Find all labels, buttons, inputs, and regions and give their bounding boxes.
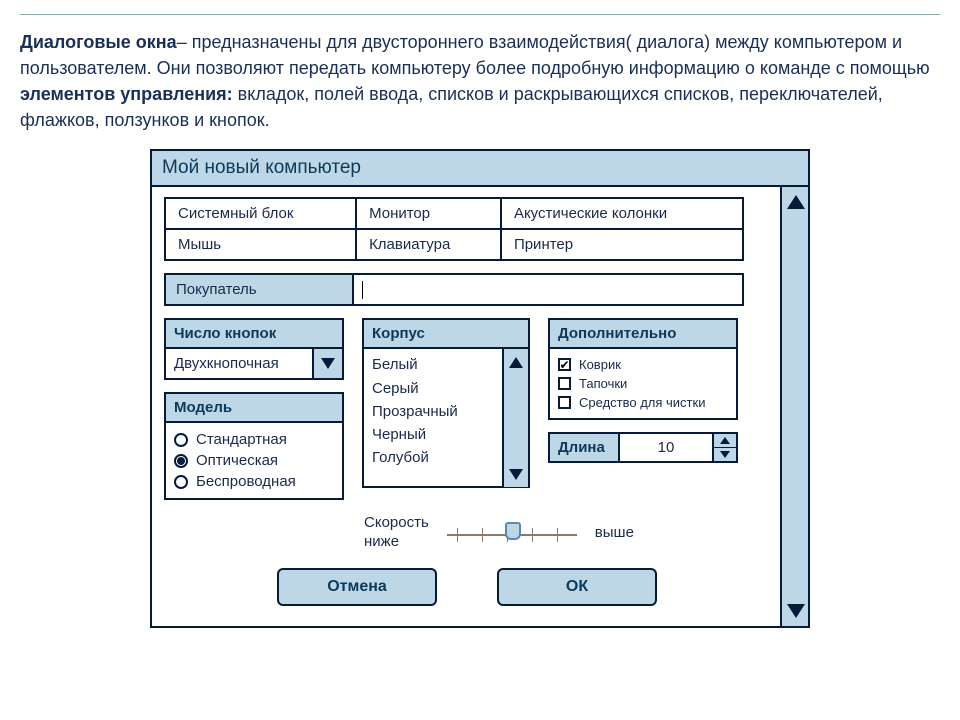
tab-speakers[interactable]: Акустические колонки (501, 198, 743, 229)
buyer-row: Покупатель (164, 273, 744, 306)
model-option-optical[interactable]: Оптическая (174, 450, 334, 471)
extras-title: Дополнительно (550, 320, 736, 349)
button-count-title: Число кнопок (166, 320, 342, 347)
length-value[interactable]: 10 (620, 434, 712, 461)
divider (20, 14, 940, 15)
text-caret (362, 281, 363, 299)
dialog-window: Мой новый компьютер Системный блок Монит… (150, 149, 810, 628)
arrow-up-icon (787, 195, 805, 209)
list-item[interactable]: Серый (372, 377, 494, 400)
button-count-group: Число кнопок Двухкнопочная (164, 318, 344, 380)
button-count-dropdown[interactable] (312, 349, 342, 378)
speed-label: Скорость (364, 514, 429, 531)
slider-tick (457, 528, 458, 542)
checkbox-icon (558, 377, 571, 390)
tab-strip: Системный блок Монитор Акустические коло… (164, 197, 744, 261)
model-option-label: Стандартная (196, 431, 287, 448)
slider-tick (482, 528, 483, 542)
arrow-up-icon (720, 437, 730, 444)
intro-bold-2: элементов управления: (20, 84, 233, 104)
dialog-title: Мой новый компьютер (152, 151, 808, 187)
checkbox-icon (558, 396, 571, 409)
speed-slider[interactable] (447, 520, 577, 544)
casing-group: Корпус Белый Серый Прозрачный Черный Гол… (362, 318, 530, 488)
buyer-input[interactable] (354, 273, 744, 306)
spinner-down[interactable] (714, 448, 736, 461)
arrow-down-icon (787, 604, 805, 618)
speed-high: выше (595, 524, 634, 541)
tab-system-unit[interactable]: Системный блок (165, 198, 356, 229)
tab-mouse[interactable]: Мышь (165, 229, 356, 260)
arrow-up-icon (509, 357, 523, 368)
list-item[interactable]: Черный (372, 423, 494, 446)
dialog-scrollbar[interactable] (780, 187, 808, 626)
speed-row: Скорость ниже выше (364, 514, 724, 550)
intro-paragraph: Диалоговые окна– предназначены для двуст… (20, 29, 940, 133)
button-count-value: Двухкнопочная (166, 349, 312, 378)
radio-icon (174, 433, 188, 447)
tab-monitor[interactable]: Монитор (356, 198, 501, 229)
extras-option-label: Коврик (579, 357, 621, 372)
model-option-standard[interactable]: Стандартная (174, 429, 334, 450)
slider-tick (532, 528, 533, 542)
chevron-down-icon (321, 358, 335, 369)
tab-printer[interactable]: Принтер (501, 229, 743, 260)
buyer-label: Покупатель (164, 273, 354, 306)
spinner-up[interactable] (714, 434, 736, 448)
speed-low: ниже (364, 533, 429, 550)
length-spinner: Длина 10 (548, 432, 738, 463)
model-title: Модель (166, 394, 342, 423)
list-item[interactable]: Белый (372, 353, 494, 376)
model-option-wireless[interactable]: Беспроводная (174, 471, 334, 492)
model-group: Модель Стандартная Оптическая (164, 392, 344, 500)
listbox-scroll-up[interactable] (504, 349, 528, 375)
ok-button[interactable]: ОК (497, 568, 657, 606)
extras-option-label: Средство для чистки (579, 395, 705, 410)
extras-option-cleaner[interactable]: Средство для чистки (558, 393, 728, 412)
checkbox-icon (558, 358, 571, 371)
tab-keyboard[interactable]: Клавиатура (356, 229, 501, 260)
intro-bold-1: Диалоговые окна (20, 32, 177, 52)
model-option-label: Беспроводная (196, 473, 296, 490)
listbox-scroll-down[interactable] (504, 461, 528, 487)
extras-option-mat[interactable]: Коврик (558, 355, 728, 374)
radio-icon (174, 475, 188, 489)
extras-group: Дополнительно Коврик Тапочки (548, 318, 738, 420)
casing-title: Корпус (364, 320, 528, 349)
arrow-down-icon (720, 451, 730, 458)
list-item[interactable]: Прозрачный (372, 400, 494, 423)
casing-listbox[interactable]: Белый Серый Прозрачный Черный Голубой (364, 349, 502, 487)
cancel-button[interactable]: Отмена (277, 568, 437, 606)
radio-icon (174, 454, 188, 468)
list-item[interactable]: Голубой (372, 446, 494, 469)
scroll-down[interactable] (782, 596, 810, 626)
arrow-down-icon (509, 469, 523, 480)
model-option-label: Оптическая (196, 452, 278, 469)
slider-tick (557, 528, 558, 542)
length-label: Длина (550, 434, 620, 461)
slider-thumb[interactable] (505, 522, 521, 540)
extras-option-label: Тапочки (579, 376, 627, 391)
extras-option-slippers[interactable]: Тапочки (558, 374, 728, 393)
scroll-up[interactable] (782, 187, 810, 217)
